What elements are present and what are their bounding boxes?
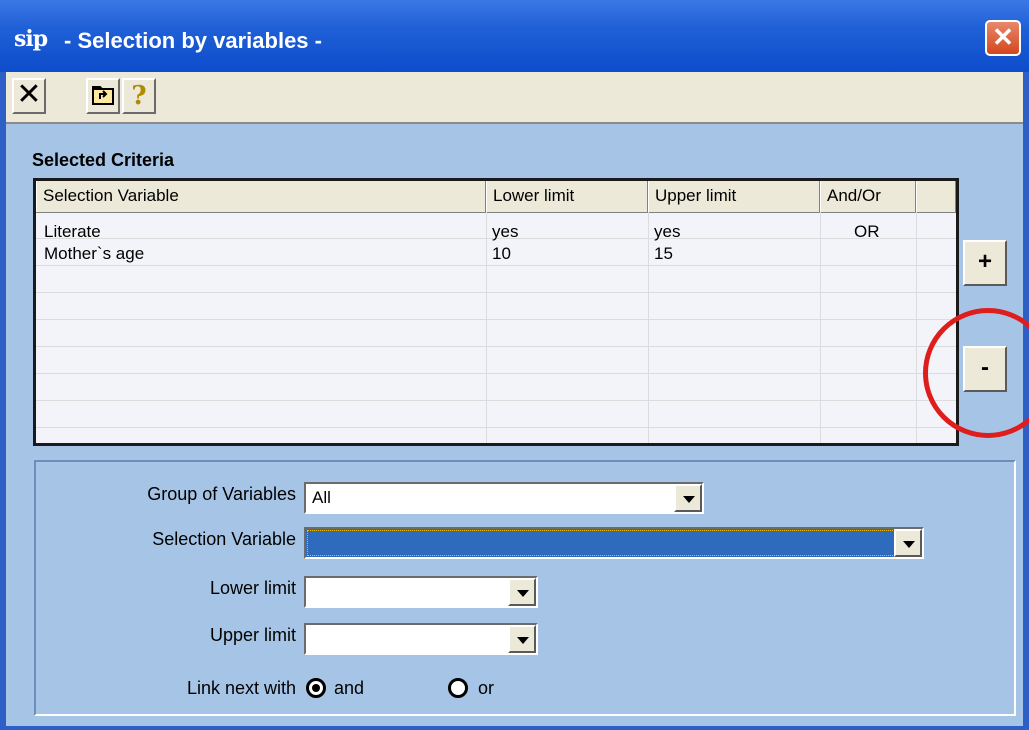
group-of-variables-value: All xyxy=(312,488,331,507)
cell-lower: 10 xyxy=(492,244,511,263)
chevron-down-icon[interactable] xyxy=(894,529,922,557)
link-or-radio[interactable] xyxy=(448,678,468,698)
selection-variable-select[interactable] xyxy=(304,527,924,559)
column-header-upper-limit[interactable]: Upper limit xyxy=(648,181,820,212)
table-row[interactable]: Mother`s age 10 15 xyxy=(36,243,956,265)
folder-up-button[interactable] xyxy=(86,78,120,114)
upper-limit-select[interactable] xyxy=(304,623,538,655)
window-title: - Selection by variables - xyxy=(64,28,322,53)
column-header-and-or[interactable]: And/Or xyxy=(820,181,916,212)
link-and-label[interactable]: and xyxy=(334,678,364,699)
grid-header: Selection Variable Lower limit Upper lim… xyxy=(36,181,956,213)
cell-variable: Literate xyxy=(44,222,101,241)
criteria-grid[interactable]: Selection Variable Lower limit Upper lim… xyxy=(33,178,959,446)
window-close-button[interactable]: ✕ xyxy=(985,20,1021,56)
help-icon: ? xyxy=(131,81,147,111)
selected-criteria-title: Selected Criteria xyxy=(32,150,175,170)
criterion-form: Group of Variables All Selection Variabl… xyxy=(34,460,1016,716)
lower-limit-label: Lower limit xyxy=(209,578,296,598)
cell-variable: Mother`s age xyxy=(44,244,145,263)
cell-upper: yes xyxy=(654,222,681,241)
cell-andor: OR xyxy=(854,222,880,241)
link-next-with-label: Link next with xyxy=(186,678,296,698)
selection-dialog: sip - Selection by variables - ✕ ✕ ? Sel… xyxy=(0,0,1029,730)
folder-up-icon xyxy=(92,86,114,105)
cell-upper: 15 xyxy=(654,244,673,263)
column-header-lower-limit[interactable]: Lower limit xyxy=(486,181,648,212)
help-button[interactable]: ? xyxy=(122,78,156,114)
link-or-label[interactable]: or xyxy=(478,678,494,699)
column-header-selection-variable[interactable]: Selection Variable xyxy=(36,181,486,212)
group-of-variables-select[interactable]: All xyxy=(304,482,704,514)
upper-limit-label: Upper limit xyxy=(209,625,296,645)
toolbar: ✕ ? xyxy=(6,72,1023,124)
cancel-button[interactable]: ✕ xyxy=(12,78,46,114)
group-of-variables-label: Group of Variables xyxy=(147,484,296,504)
table-row[interactable]: Literate yes yes OR xyxy=(36,221,956,243)
link-and-radio[interactable] xyxy=(306,678,326,698)
chevron-down-icon[interactable] xyxy=(674,484,702,512)
column-header-spacer xyxy=(916,181,956,212)
close-x-icon: ✕ xyxy=(16,78,42,111)
cell-lower: yes xyxy=(492,222,519,241)
chevron-down-icon[interactable] xyxy=(508,625,536,653)
chevron-down-icon[interactable] xyxy=(508,578,536,606)
add-criterion-button[interactable]: + xyxy=(963,240,1007,286)
lower-limit-select[interactable] xyxy=(304,576,538,608)
selection-variable-label: Selection Variable xyxy=(152,529,296,549)
title-bar[interactable]: sip - Selection by variables - ✕ xyxy=(0,0,1029,72)
app-logo: sip xyxy=(14,26,48,52)
